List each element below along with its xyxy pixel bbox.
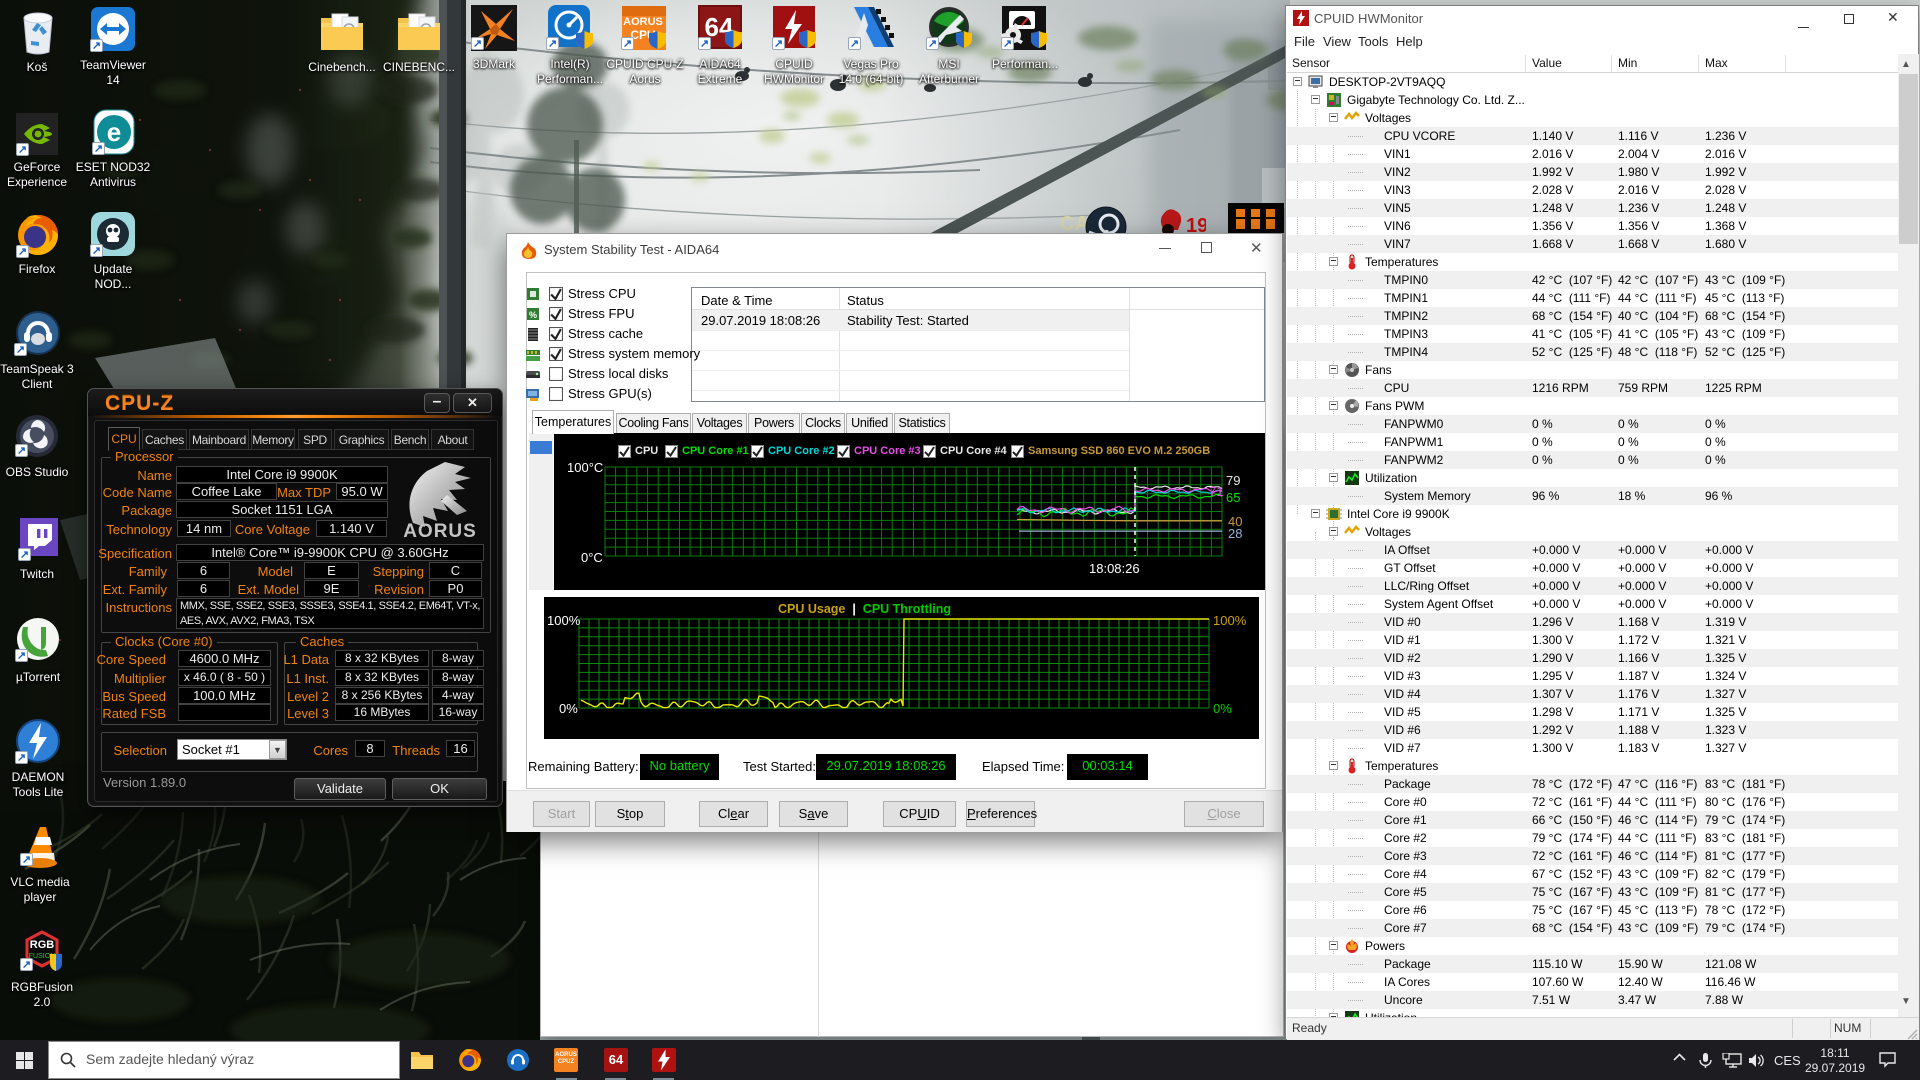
- svg-text:AORUS: AORUS: [623, 16, 663, 28]
- svg-text:RGB: RGB: [30, 939, 55, 951]
- svg-text:e: e: [107, 117, 121, 147]
- svg-text:19: 19: [1186, 215, 1206, 234]
- svg-text:AORUS: AORUS: [403, 521, 477, 542]
